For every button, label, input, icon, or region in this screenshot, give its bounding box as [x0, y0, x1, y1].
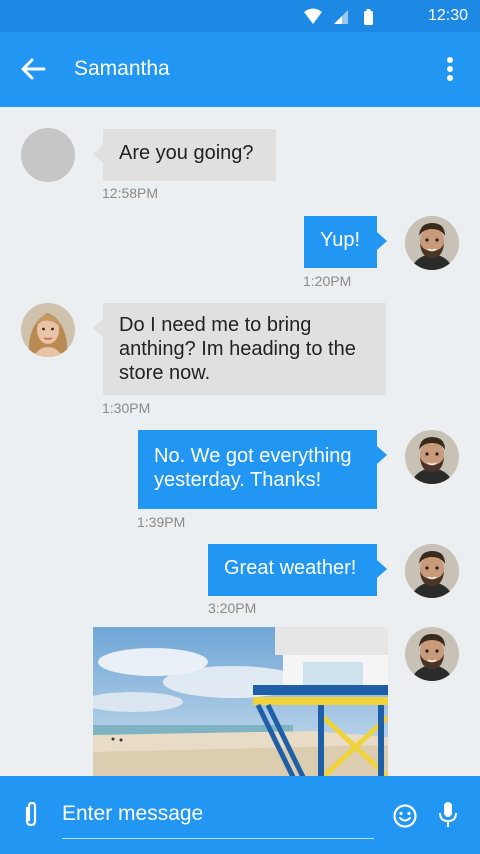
more-vert-icon[interactable] [440, 54, 460, 84]
outgoing-message-bubble[interactable]: Yup! [304, 216, 387, 268]
smiley-icon[interactable] [392, 803, 418, 829]
avatar-blonde-woman[interactable] [21, 303, 75, 357]
beach-photo-attachment[interactable] [93, 627, 388, 776]
conversation-title: Samantha [74, 57, 170, 80]
avatar-bearded-man[interactable] [405, 627, 459, 681]
wifi-icon [304, 8, 322, 24]
status-time: 12:30 [427, 7, 468, 24]
incoming-message-bubble[interactable]: Do I need me to bring anthing? Im headin… [93, 303, 386, 395]
incoming-message-bubble[interactable]: Are you going? [93, 129, 276, 181]
app-bar: Samantha [0, 32, 480, 107]
signal-icon [334, 10, 348, 24]
status-icons [304, 8, 404, 31]
mic-icon[interactable] [437, 800, 459, 830]
avatar-bearded-man[interactable] [405, 216, 459, 270]
message-timestamp: 12:58PM [102, 185, 159, 201]
message-timestamp: 1:30PM [102, 400, 151, 416]
status-bar: 12:30 [0, 0, 480, 32]
arrow-back-icon[interactable] [18, 54, 48, 84]
avatar-placeholder[interactable] [21, 128, 75, 182]
message-timestamp: 1:20PM [303, 273, 352, 289]
message-timestamp: 1:39PM [137, 514, 186, 530]
battery-icon [364, 9, 373, 25]
message-input[interactable] [62, 794, 374, 839]
message-timestamp: 3:20PM [208, 600, 257, 616]
avatar-bearded-man[interactable] [405, 544, 459, 598]
message-composer [0, 776, 480, 854]
paperclip-icon[interactable] [18, 800, 44, 830]
outgoing-message-bubble[interactable]: Great weather! [208, 544, 387, 596]
avatar-bearded-man[interactable] [405, 430, 459, 484]
outgoing-message-bubble[interactable]: No. We got everything yesterday. Thanks! [138, 430, 387, 509]
message-list[interactable]: Are you going? 12:58PM Yup! 1:20PM Do I … [0, 107, 480, 776]
